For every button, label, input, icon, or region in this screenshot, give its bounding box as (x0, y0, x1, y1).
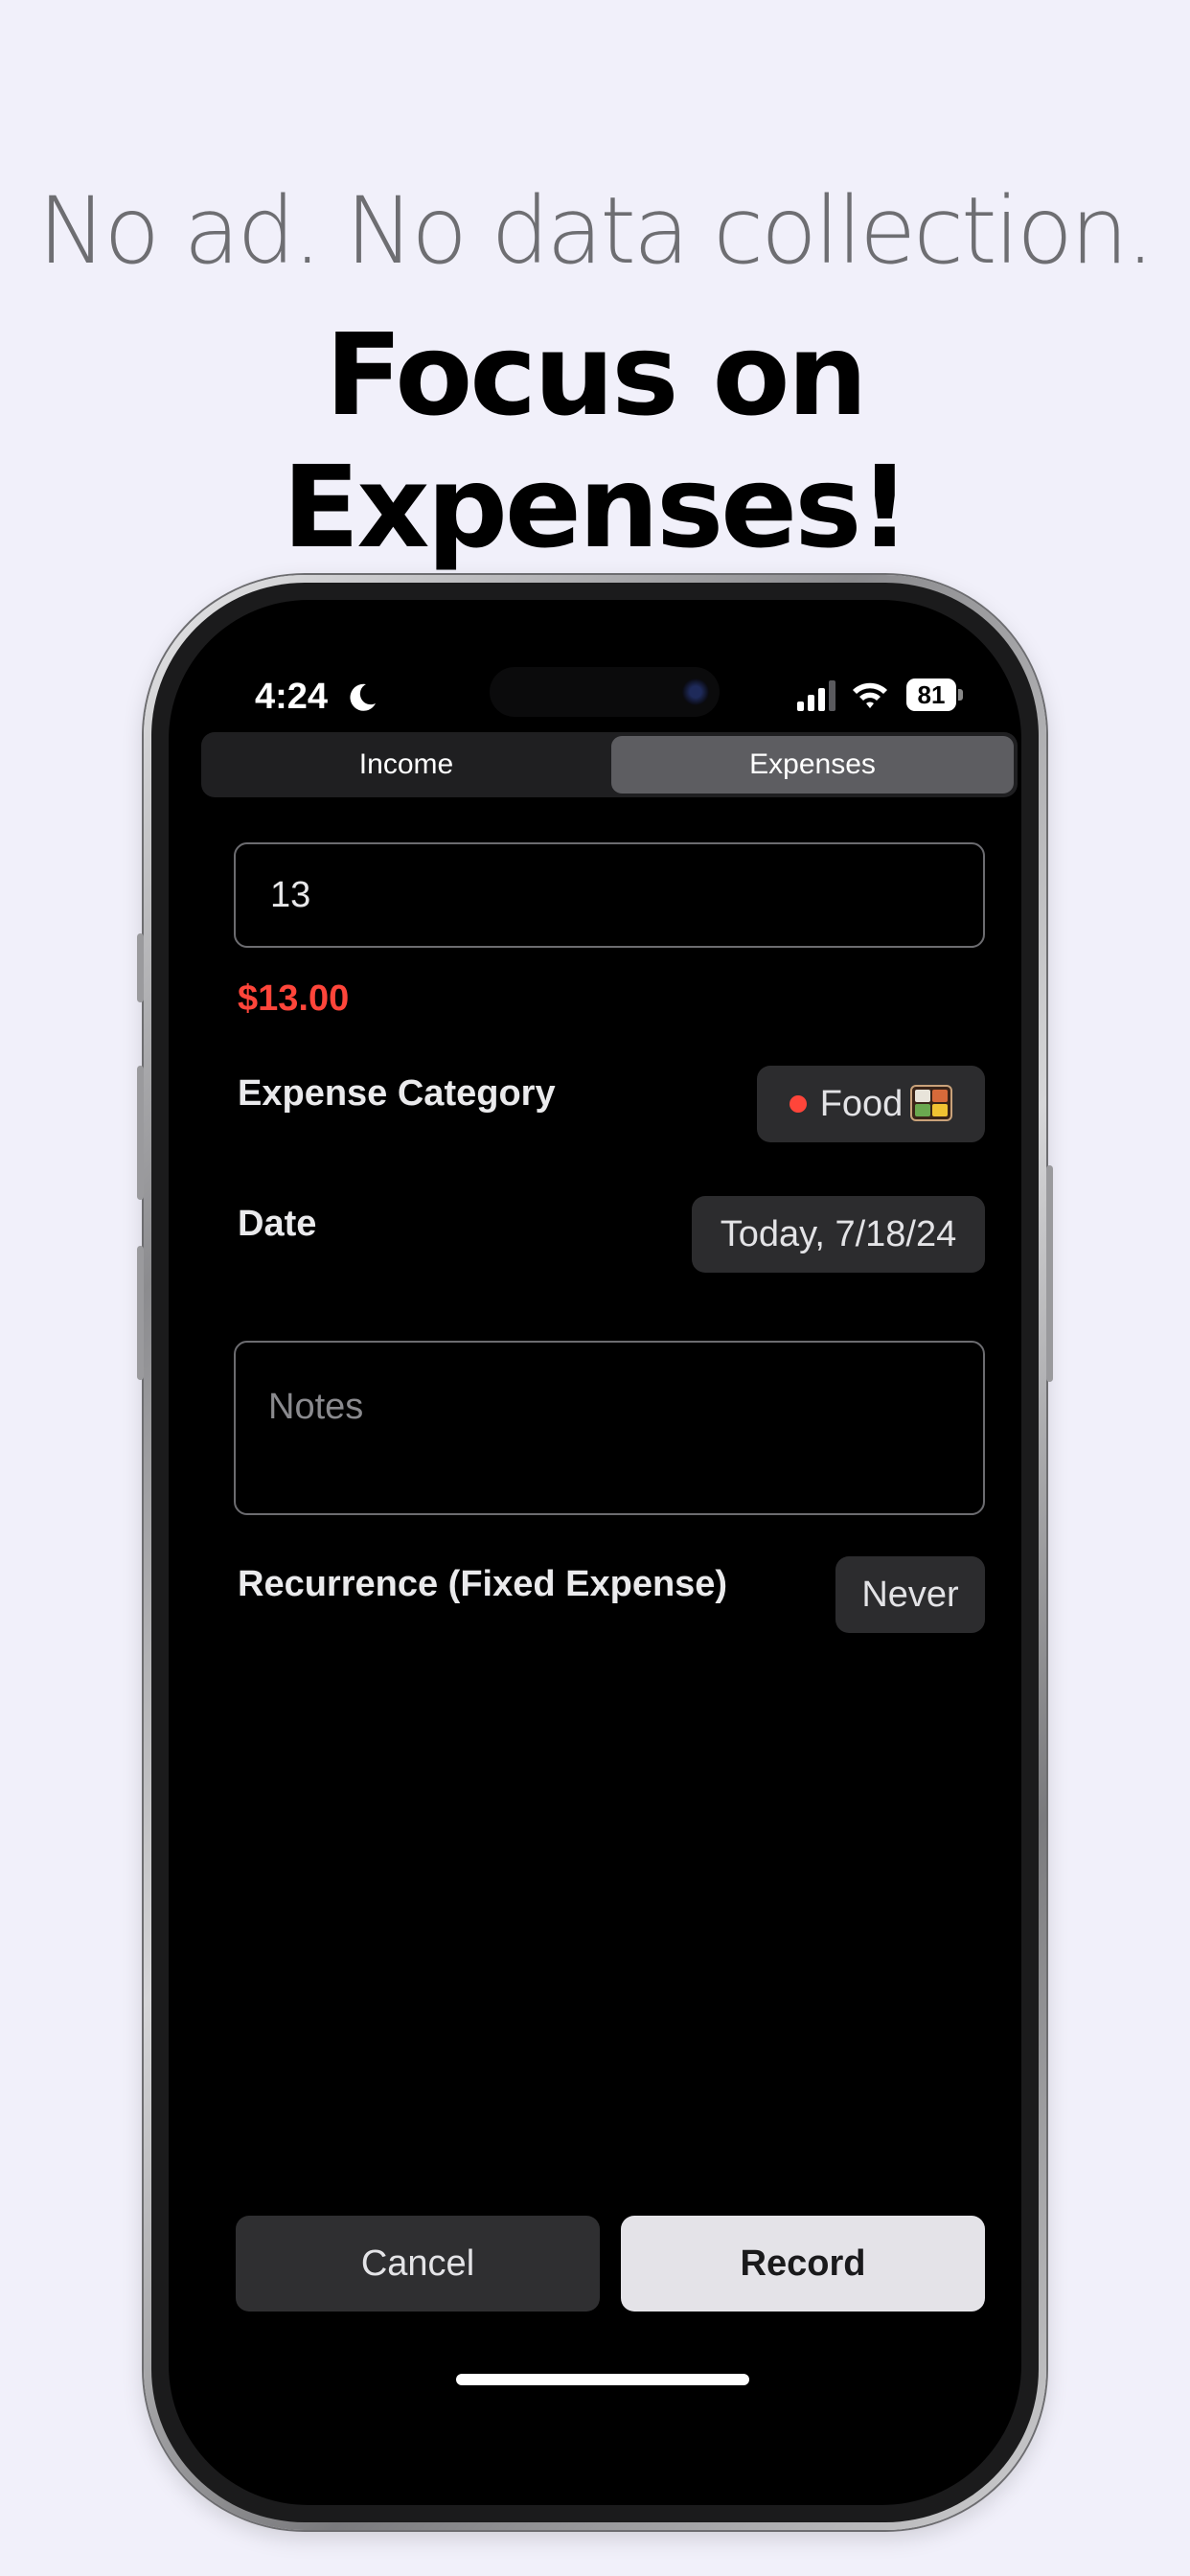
power-button (1046, 1165, 1053, 1382)
phone-bezel: 4:24 81 Income Expenses 13 $13.00 Expens… (151, 583, 1039, 2522)
app-screen: 4:24 81 Income Expenses 13 $13.00 Expens… (169, 600, 1021, 2505)
cancel-button[interactable]: Cancel (236, 2216, 600, 2312)
status-bar: 4:24 81 (169, 600, 1021, 717)
tab-income[interactable]: Income (205, 736, 607, 794)
home-indicator[interactable] (456, 2374, 749, 2385)
battery-icon: 81 (906, 678, 964, 711)
notes-field[interactable]: Notes (234, 1341, 985, 1515)
recurrence-picker-button[interactable]: Never (835, 1556, 985, 1633)
phone-frame: 4:24 81 Income Expenses 13 $13.00 Expens… (137, 575, 1053, 2530)
bento-box-icon (910, 1084, 953, 1121)
battery-cap (958, 689, 963, 701)
wifi-icon (853, 682, 887, 708)
signal-icon (797, 680, 835, 711)
marketing-tagline: No ad. No data collection. (37, 177, 1156, 285)
date-picker-button[interactable]: Today, 7/18/24 (692, 1196, 985, 1273)
battery-level: 81 (906, 678, 956, 711)
action-button (137, 933, 144, 1002)
camera-icon (682, 678, 709, 705)
volume-down-button (137, 1246, 144, 1380)
date-label: Date (238, 1204, 317, 1244)
marketing-headline: Focus on Expenses! (282, 309, 911, 573)
status-time: 4:24 (255, 677, 329, 717)
category-label: Expense Category (238, 1073, 556, 1114)
category-color-dot (789, 1094, 807, 1113)
recurrence-label: Recurrence (Fixed Expense) (238, 1564, 728, 1604)
category-value: Food (819, 1084, 904, 1124)
volume-up-button (137, 1066, 144, 1200)
category-picker-button[interactable]: Food (757, 1066, 985, 1142)
record-button[interactable]: Record (621, 2216, 985, 2312)
amount-formatted-value: $13.00 (238, 978, 350, 1019)
amount-input[interactable]: 13 (234, 842, 985, 948)
income-expense-segmented-control: Income Expenses (201, 732, 1018, 797)
tab-expenses[interactable]: Expenses (611, 736, 1014, 794)
moon-icon (350, 683, 376, 711)
